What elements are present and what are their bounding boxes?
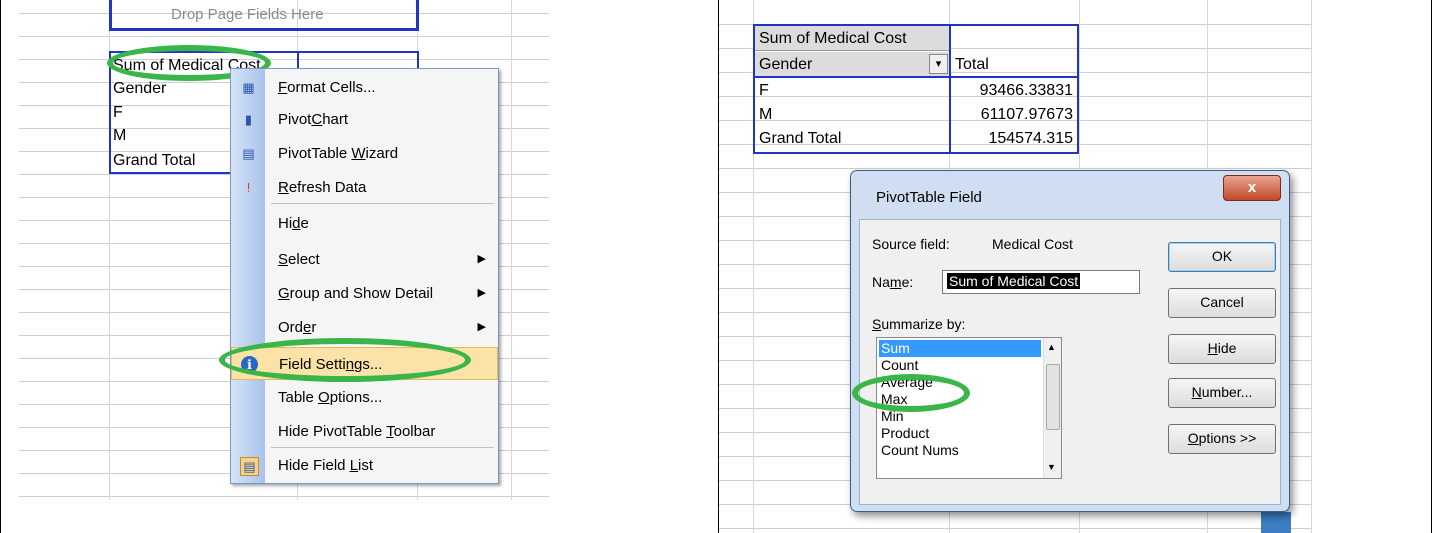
menu-item-refresh-data[interactable]: ! Refresh Data [231,171,498,204]
pivot-value-f: 93466.33831 [979,82,1073,99]
summarize-option-sum[interactable]: Sum [879,340,1041,357]
grid-line [511,0,512,500]
grid-line [719,528,1311,529]
hide-button[interactable]: Hide [1168,334,1276,364]
grid-line [1311,0,1312,533]
name-label: Name: [872,274,914,290]
scroll-up-icon[interactable]: ▲ [1047,342,1056,352]
summarize-option-min[interactable]: Min [879,408,1041,425]
name-input[interactable]: Sum of Medical Cost [942,270,1140,294]
refresh-data-icon: ! [246,180,251,195]
pivot-column-total: Total [955,56,989,73]
grid-line [19,496,549,497]
pivotchart-icon: ▮ [244,112,253,127]
menu-separator [271,447,494,448]
left-screenshot-panel: Drop Page Fields Here Sum of Medical Cos… [0,0,719,533]
pivot-border [109,51,111,174]
close-button[interactable]: x [1223,175,1281,201]
grid-line [719,168,1311,169]
summarize-option-count[interactable]: Count [879,357,1041,374]
menu-item-label: Group and Show Detail [278,285,434,302]
summarize-option-average[interactable]: Average [879,374,1041,391]
menu-item-label: Field Settings... [279,356,383,373]
scroll-down-icon[interactable]: ▼ [1047,462,1056,472]
pivot-border [753,76,1079,78]
dropdown-arrow-icon[interactable]: ▾ [929,54,948,74]
dialog-title: PivotTable Field [876,189,982,206]
summarize-option-product[interactable]: Product [879,425,1041,442]
menu-item-pivotchart[interactable]: ▮ PivotChart [231,103,498,136]
menu-item-label: Hide [278,215,309,232]
pivot-row-gender[interactable]: Gender [113,80,166,98]
submenu-arrow-icon: ▶ [477,287,486,299]
submenu-arrow-icon: ▶ [477,253,486,265]
cancel-button[interactable]: Cancel [1168,288,1276,318]
menu-item-hide-pivottable-toolbar[interactable]: Hide PivotTable Toolbar [231,415,498,448]
menu-item-label: Hide PivotTable Toolbar [278,423,436,440]
menu-item-label: Order [278,319,317,336]
summarize-option-max[interactable]: Max [879,391,1041,408]
menu-item-table-options[interactable]: Table Options... [231,381,498,414]
field-list-icon: ▤ [240,457,259,476]
pivot-border [109,172,231,174]
list-scrollbar[interactable]: ▲ ▼ [1043,338,1061,478]
pivot-border [109,51,419,53]
pivot-row-f[interactable]: F [113,104,123,122]
pivot-row-grand-total[interactable]: Grand Total [759,130,841,148]
pivot-row-f[interactable]: F [759,82,769,100]
source-field-value: Medical Cost [992,236,1073,252]
pivot-value-m: 61107.97673 [980,106,1073,123]
menu-item-hide-field-list[interactable]: ▤ Hide Field List [231,449,498,482]
grid-line [19,36,549,37]
menu-item-hide[interactable]: Hide [231,207,498,240]
drop-zone-border [109,28,419,31]
summarize-by-label: Summarize by: [872,316,966,332]
menu-item-label: Select [278,251,320,268]
summarize-by-list[interactable]: Sum Count Average Max Min Product Count Nums ▲… [876,337,1062,479]
pivottable-wizard-icon: ▤ [242,146,255,161]
menu-item-label: Table Options... [278,389,383,406]
menu-item-label: PivotTable Wizard [278,145,399,162]
pivottable-field-dialog: PivotTable Field x Source field: Medical… [850,170,1290,512]
scroll-thumb[interactable] [1046,364,1060,430]
partial-window-fragment [1261,512,1291,533]
number-button[interactable]: Number... [1168,378,1276,408]
ok-button[interactable]: OK [1168,242,1276,272]
format-cells-icon: ▦ [242,80,255,95]
pivot-row-m[interactable]: M [113,127,126,145]
menu-item-label: Format Cells... [278,79,376,96]
submenu-arrow-icon: ▶ [477,321,486,333]
menu-item-format-cells[interactable]: ▦ Format Cells... [231,71,498,104]
pivot-border [753,152,1079,154]
pivot-header-cell[interactable]: Sum of Medical Cost [759,30,907,48]
menu-item-label: PivotChart [278,111,349,128]
menu-item-label: Refresh Data [278,179,367,196]
pivot-value-grand-total: 154574.315 [988,130,1073,147]
context-menu: ▦ Format Cells... ▮ PivotChart ▤ PivotTable W… [230,68,499,484]
menu-separator [271,203,494,204]
drop-page-fields-hint: Drop Page Fields Here [171,6,324,23]
menu-item-select[interactable]: Select ▶ [231,243,498,276]
drop-zone-border [109,0,112,30]
field-settings-icon: ℹ [241,356,258,373]
pivot-border [1077,24,1079,154]
pivot-row-m[interactable]: M [759,106,772,124]
summarize-option-count-nums[interactable]: Count Nums [879,442,1041,459]
options-button[interactable]: Options >> [1168,424,1276,454]
menu-item-order[interactable]: Order ▶ [231,311,498,344]
pivot-row-field-gender[interactable]: Gender [759,56,812,74]
menu-item-field-settings[interactable]: ℹ Field Settings... [231,347,498,380]
menu-item-pivottable-wizard[interactable]: ▤ PivotTable Wizard [231,137,498,170]
grid-line [19,59,549,60]
name-input-value: Sum of Medical Cost [947,273,1081,289]
pivot-row-grand-total[interactable]: Grand Total [113,152,195,170]
drop-zone-border [416,0,419,30]
source-field-label: Source field: [872,236,950,252]
menu-item-group-and-show-detail[interactable]: Group and Show Detail ▶ [231,277,498,310]
dialog-body: Source field: Medical Cost Name: Sum of … [859,219,1281,505]
menu-item-label: Hide Field List [278,457,374,474]
